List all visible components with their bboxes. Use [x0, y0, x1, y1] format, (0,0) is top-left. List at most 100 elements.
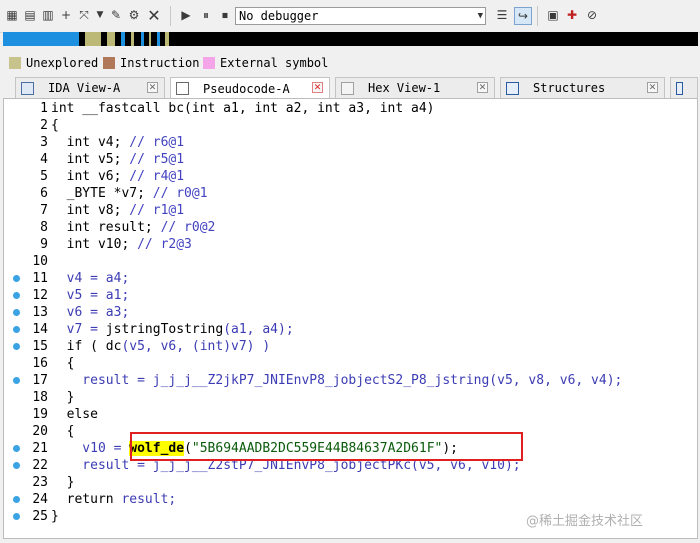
- line-number: 9: [40, 237, 48, 252]
- code-text: else: [51, 406, 98, 423]
- code-token: v5 = a1;: [51, 288, 130, 303]
- code-text: int v6; // r4@1: [51, 168, 184, 185]
- code-line[interactable]: 3 int v4; // r6@1: [4, 134, 694, 151]
- code-token: v7 =: [51, 322, 106, 337]
- debugger-select[interactable]: No debugger ▼: [235, 7, 486, 25]
- move-icon[interactable]: ⤧: [76, 7, 92, 23]
- code-line[interactable]: 6 _BYTE *v7; // r0@1: [4, 185, 694, 202]
- close-icon[interactable]: ✕: [477, 82, 488, 93]
- toolbar-separator: [170, 6, 171, 26]
- code-token: }: [51, 390, 75, 405]
- play-icon[interactable]: ▶: [178, 7, 194, 23]
- code-line[interactable]: 9 int v10; // r2@3: [4, 236, 694, 253]
- add-icon[interactable]: +: [58, 7, 74, 23]
- line-number: 22: [32, 458, 48, 473]
- pin-icon[interactable]: ✎: [108, 7, 124, 23]
- code-token: int v5;: [51, 152, 130, 167]
- code-line[interactable]: 17 result = j_j_j__Z2jkP7_JNIEnvP8_jobje…: [4, 372, 694, 389]
- line-number: 17: [32, 373, 48, 388]
- code-line[interactable]: 7 int v8; // r1@1: [4, 202, 694, 219]
- pause-icon[interactable]: ⏸: [198, 7, 214, 23]
- code-token: v6 = a3;: [51, 305, 130, 320]
- navband-unexplored-segment: [165, 32, 169, 46]
- graph-icon[interactable]: ⚙: [126, 7, 142, 23]
- toolbar-separator: [537, 6, 538, 26]
- pseudocode-icon: [176, 82, 189, 95]
- code-line[interactable]: 2{: [4, 117, 694, 134]
- code-token: // r5@1: [129, 152, 185, 167]
- code-token: }: [51, 509, 59, 524]
- code-token: int __fastcall bc(int a1, int a2, int a3…: [51, 101, 435, 116]
- tab-overflow[interactable]: [670, 77, 698, 98]
- navband-code-segment: [3, 32, 79, 46]
- code-token: v4 = a4;: [51, 271, 130, 286]
- code-line[interactable]: 19 else: [4, 406, 694, 423]
- code-line[interactable]: 16 {: [4, 355, 694, 372]
- navigation-band[interactable]: [3, 32, 698, 46]
- tab-ida-view[interactable]: IDA View-A ✕: [15, 77, 165, 98]
- attach-process-icon[interactable]: ↪: [514, 7, 532, 25]
- code-line[interactable]: 13 v6 = a3;: [4, 304, 694, 321]
- code-token: j_j_j__Z2jkP7_JNIEnvP8_jobjectS2_P8_jstr…: [152, 373, 490, 388]
- cross-ref-icon[interactable]: ▥: [40, 7, 56, 23]
- line-number: 18: [32, 390, 48, 405]
- line-number: 23: [32, 475, 48, 490]
- code-text: }: [51, 508, 59, 525]
- code-token: // r4@1: [129, 169, 185, 184]
- legend-item-external-symbol: External symbol: [203, 53, 328, 73]
- code-line[interactable]: 4 int v5; // r5@1: [4, 151, 694, 168]
- line-number: 14: [32, 322, 48, 337]
- function-icon[interactable]: ▤: [22, 7, 38, 23]
- code-line[interactable]: 8 int result; // r0@2: [4, 219, 694, 236]
- code-token: {: [51, 118, 59, 133]
- close-icon[interactable]: ✕: [146, 6, 162, 25]
- code-line[interactable]: 1 int __fastcall bc(int a1, int a2, int a…: [4, 100, 694, 117]
- tab-pseudocode[interactable]: Pseudocode-A ✕: [170, 77, 330, 99]
- add-breakpoint-icon[interactable]: ✚: [564, 7, 580, 23]
- code-text: int __fastcall bc(int a1, int a2, int a3…: [51, 100, 435, 117]
- breakpoint-list-icon[interactable]: ▣: [545, 7, 561, 23]
- navband-unexplored-segment: [149, 32, 151, 46]
- pseudocode-editor[interactable]: 1 int __fastcall bc(int a1, int a2, int a…: [3, 98, 698, 539]
- tab-hex-view[interactable]: Hex View-1 ✕: [335, 77, 495, 98]
- code-line[interactable]: 5 int v6; // r4@1: [4, 168, 694, 185]
- code-line[interactable]: 23 }: [4, 474, 694, 491]
- navband-unexplored-segment: [131, 32, 134, 46]
- code-token: v10 =: [51, 441, 130, 456]
- code-line[interactable]: 11 v4 = a4;: [4, 270, 694, 287]
- code-text: int v8; // r1@1: [51, 202, 184, 219]
- code-line[interactable]: 24 return result;: [4, 491, 694, 508]
- dropdown-icon[interactable]: ▼: [92, 7, 108, 23]
- code-token: // r6@1: [129, 135, 185, 150]
- code-text: int v10; // r2@3: [51, 236, 192, 253]
- delete-breakpoint-icon[interactable]: ⊘: [584, 7, 600, 23]
- line-number: 19: [32, 407, 48, 422]
- highlight-callout: [130, 432, 523, 461]
- debugger-options-icon[interactable]: ☰: [494, 7, 510, 23]
- tab-label: IDA View-A: [48, 81, 121, 95]
- code-line[interactable]: 10: [4, 253, 694, 270]
- code-line[interactable]: 14 v7 = jstringTostring(a1, a4);: [4, 321, 694, 338]
- line-number: 12: [32, 288, 48, 303]
- close-icon[interactable]: ✕: [147, 82, 158, 93]
- code-token: (v5, v8, v6, v4);: [489, 373, 623, 388]
- close-icon[interactable]: ✕: [312, 82, 323, 93]
- line-number: 15: [32, 339, 48, 354]
- code-line[interactable]: 15 if ( dc(v5, v6, (int)v7) ): [4, 338, 694, 355]
- close-icon[interactable]: ✕: [647, 82, 658, 93]
- line-number: 20: [32, 424, 48, 439]
- code-token: {: [51, 424, 75, 439]
- code-text: }: [51, 474, 75, 491]
- code-line[interactable]: 12 v5 = a1;: [4, 287, 694, 304]
- code-token: int v6;: [51, 169, 130, 184]
- legend-label: External symbol: [220, 56, 329, 70]
- tab-structures[interactable]: Structures ✕: [500, 77, 665, 98]
- segment-icon[interactable]: ▦: [4, 7, 20, 23]
- code-line[interactable]: 18 }: [4, 389, 694, 406]
- code-text: {: [51, 423, 75, 440]
- code-token: if (: [51, 339, 106, 354]
- line-number: 11: [32, 271, 48, 286]
- stop-icon[interactable]: ⏹: [217, 7, 233, 23]
- code-token: // r0@2: [160, 220, 216, 235]
- navband-unexplored-segment: [85, 32, 101, 46]
